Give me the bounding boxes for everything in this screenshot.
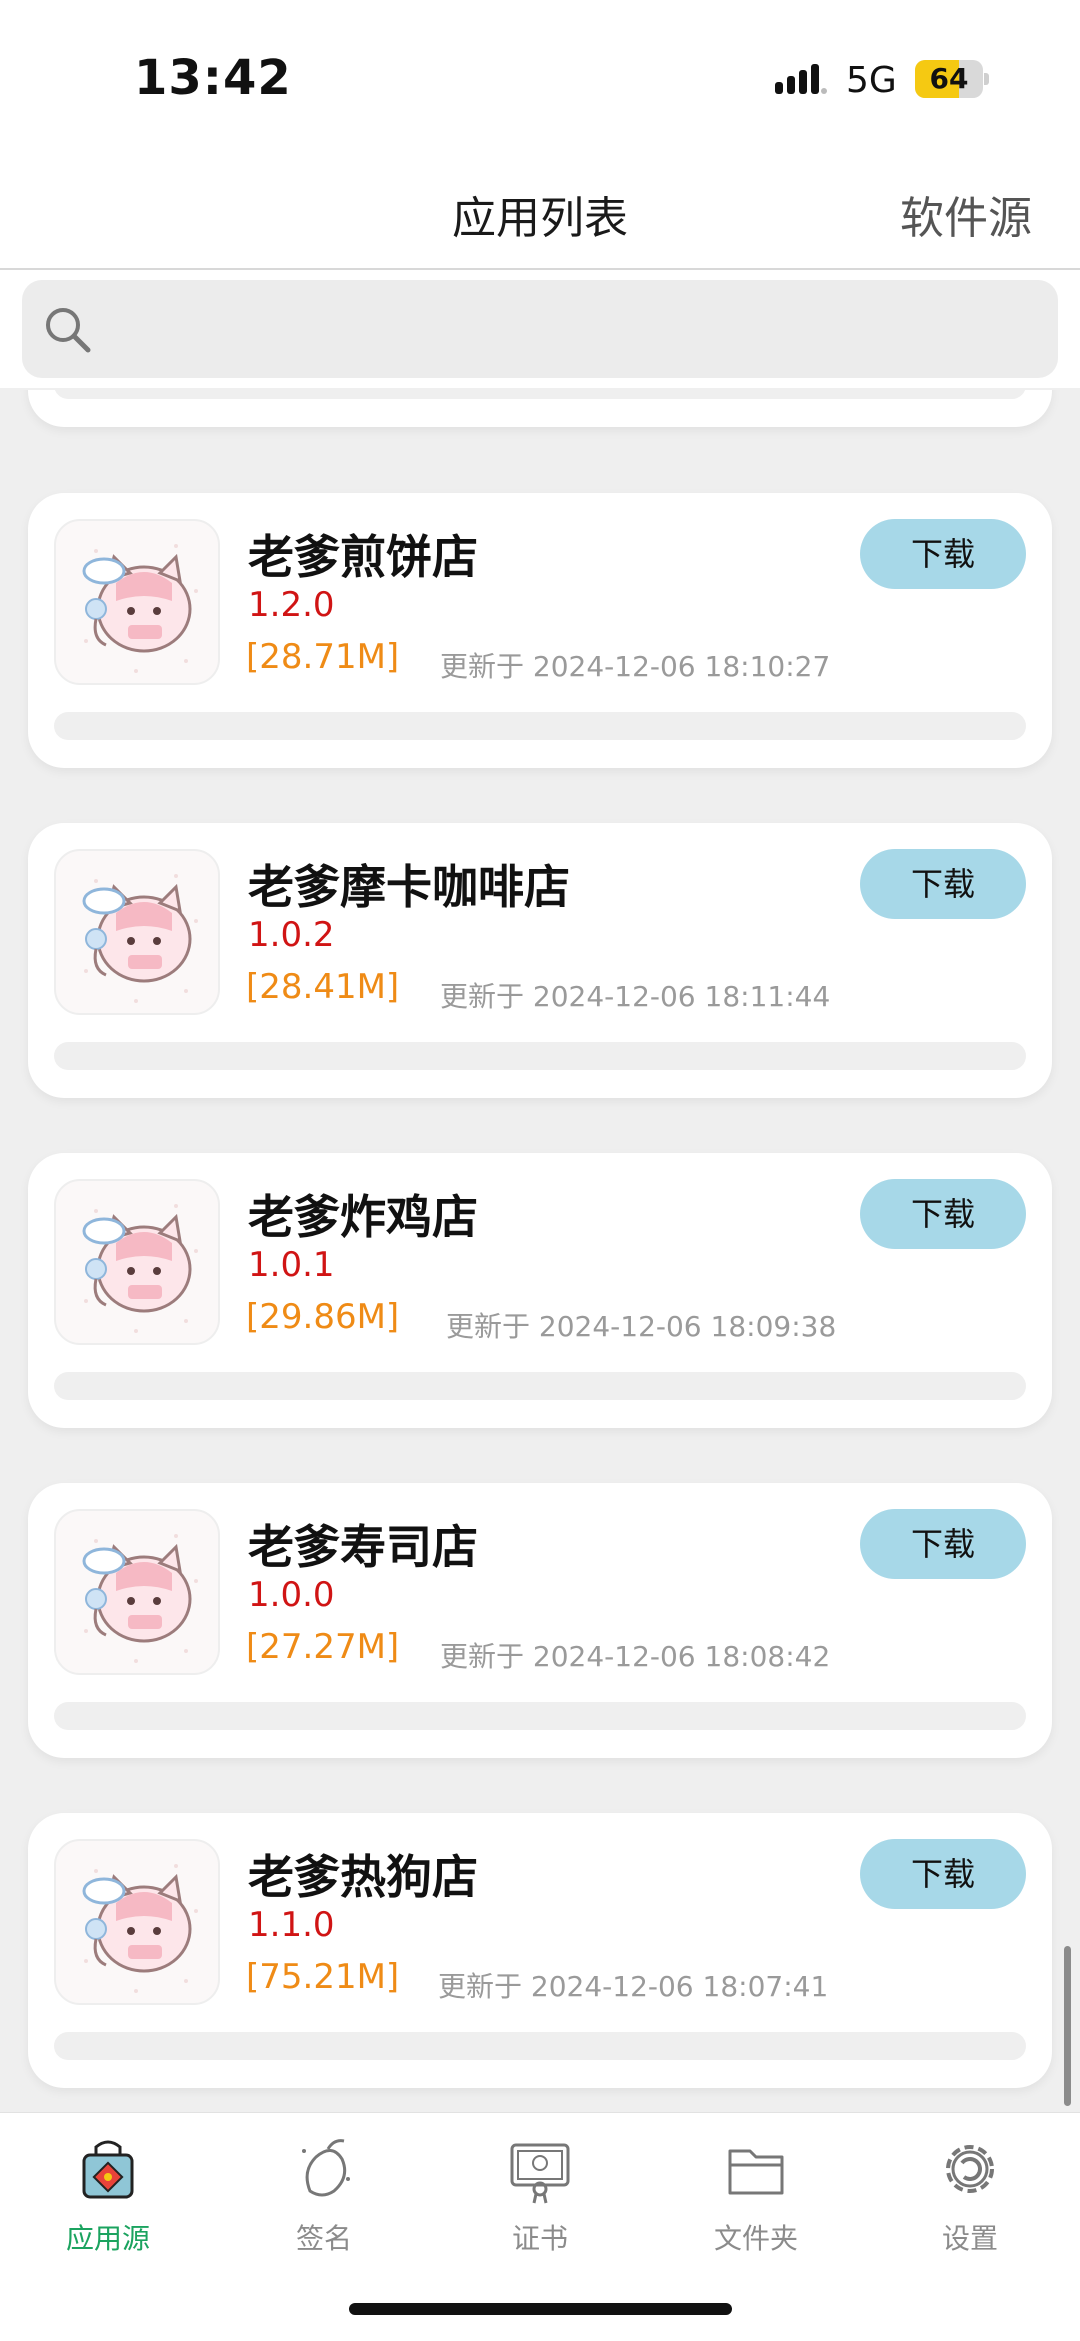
software-source-button[interactable]: 软件源	[900, 182, 1032, 246]
download-button[interactable]: 下载	[860, 1179, 1026, 1249]
search-icon	[46, 308, 91, 353]
nav-bar: 应用列表 软件源	[0, 160, 1080, 270]
battery-level: 64	[929, 62, 969, 95]
search-bar	[0, 270, 1080, 388]
app-size: [28.41M]	[246, 967, 400, 1007]
battery-icon: 64	[915, 60, 989, 98]
tab-2[interactable]: 证书	[465, 2133, 615, 2273]
network-type: 5G	[846, 60, 897, 101]
app-version: 1.0.2	[248, 915, 335, 955]
download-button[interactable]: 下载	[860, 1509, 1026, 1579]
download-progress-bar	[54, 1372, 1026, 1400]
tab-0[interactable]: 应用源	[33, 2133, 183, 2273]
app-name: 老爹炸鸡店	[248, 1190, 478, 1244]
kitten-chef-icon	[82, 1204, 198, 1333]
kitten-chef-icon	[82, 874, 198, 1003]
app-size: [29.86M]	[246, 1297, 400, 1337]
tab-label: 设置	[941, 2222, 998, 2255]
mango-icon	[302, 2139, 350, 2197]
download-progress-bar	[54, 2032, 1026, 2060]
tab-label: 文件夹	[713, 2222, 798, 2255]
download-progress-bar	[54, 390, 1026, 399]
download-progress-bar	[54, 712, 1026, 740]
app-updated-time: 更新于 2024-12-06 18:09:38	[446, 1310, 837, 1343]
tab-1[interactable]: 签名	[249, 2133, 399, 2273]
home-indicator	[349, 2303, 732, 2315]
folder-icon	[728, 2149, 784, 2195]
app-icon	[54, 1179, 220, 1345]
app-list[interactable]: 老爹煎饼店 1.2.0 [28.71M] 更新于 2024-12-06 18:1…	[0, 390, 1080, 2112]
app-updated-time: 更新于 2024-12-06 18:08:42	[440, 1640, 831, 1673]
app-list-screen: 13:42 5G 64 应用列表 软件源 老爹煎饼店 1.2.0 [28.71M…	[0, 0, 1080, 2341]
status-time: 13:42	[134, 50, 292, 106]
app-name: 老爹煎饼店	[248, 530, 478, 584]
download-button[interactable]: 下载	[860, 849, 1026, 919]
tab-3[interactable]: 文件夹	[681, 2133, 831, 2273]
gear-icon	[946, 2145, 994, 2193]
app-card-partial	[28, 390, 1052, 427]
app-size: [28.71M]	[246, 637, 400, 677]
app-version: 1.0.0	[248, 1575, 335, 1615]
search-field[interactable]	[22, 280, 1058, 378]
download-button[interactable]: 下载	[860, 519, 1026, 589]
app-icon	[54, 849, 220, 1015]
signal-icon	[775, 64, 827, 94]
download-progress-bar	[54, 1042, 1026, 1070]
kitten-chef-icon	[82, 1864, 198, 1993]
app-name: 老爹摩卡咖啡店	[248, 860, 570, 914]
certificate-icon	[510, 2143, 570, 2204]
app-updated-time: 更新于 2024-12-06 18:07:41	[438, 1970, 829, 2003]
app-card[interactable]: 老爹摩卡咖啡店 1.0.2 [28.41M] 更新于 2024-12-06 18…	[28, 823, 1052, 1098]
app-name: 老爹寿司店	[248, 1520, 478, 1574]
tab-label: 签名	[295, 2222, 352, 2255]
status-bar: 13:42 5G 64	[0, 0, 1080, 160]
kitten-chef-icon	[82, 544, 198, 673]
app-updated-time: 更新于 2024-12-06 18:11:44	[440, 980, 831, 1013]
app-version: 1.1.0	[248, 1905, 335, 1945]
app-version: 1.0.1	[248, 1245, 335, 1285]
app-size: [27.27M]	[246, 1627, 400, 1667]
tab-4[interactable]: 设置	[895, 2133, 1045, 2273]
scrollbar[interactable]	[1064, 1946, 1071, 2106]
app-icon	[54, 1509, 220, 1675]
app-card[interactable]: 老爹炸鸡店 1.0.1 [29.86M] 更新于 2024-12-06 18:0…	[28, 1153, 1052, 1428]
app-source-bag-icon	[82, 2140, 134, 2199]
download-button[interactable]: 下载	[860, 1839, 1026, 1909]
app-name: 老爹热狗店	[248, 1850, 478, 1904]
kitten-chef-icon	[82, 1534, 198, 1663]
app-card[interactable]: 老爹寿司店 1.0.0 [27.27M] 更新于 2024-12-06 18:0…	[28, 1483, 1052, 1758]
app-icon	[54, 1839, 220, 2005]
app-size: [75.21M]	[246, 1957, 400, 1997]
app-version: 1.2.0	[248, 585, 335, 625]
app-updated-time: 更新于 2024-12-06 18:10:27	[440, 650, 831, 683]
tab-label: 证书	[511, 2222, 568, 2255]
download-progress-bar	[54, 1702, 1026, 1730]
app-card[interactable]: 老爹煎饼店 1.2.0 [28.71M] 更新于 2024-12-06 18:1…	[28, 493, 1052, 768]
app-icon	[54, 519, 220, 685]
app-card[interactable]: 老爹热狗店 1.1.0 [75.21M] 更新于 2024-12-06 18:0…	[28, 1813, 1052, 2088]
tab-label: 应用源	[65, 2222, 150, 2255]
search-input[interactable]	[112, 304, 1012, 354]
